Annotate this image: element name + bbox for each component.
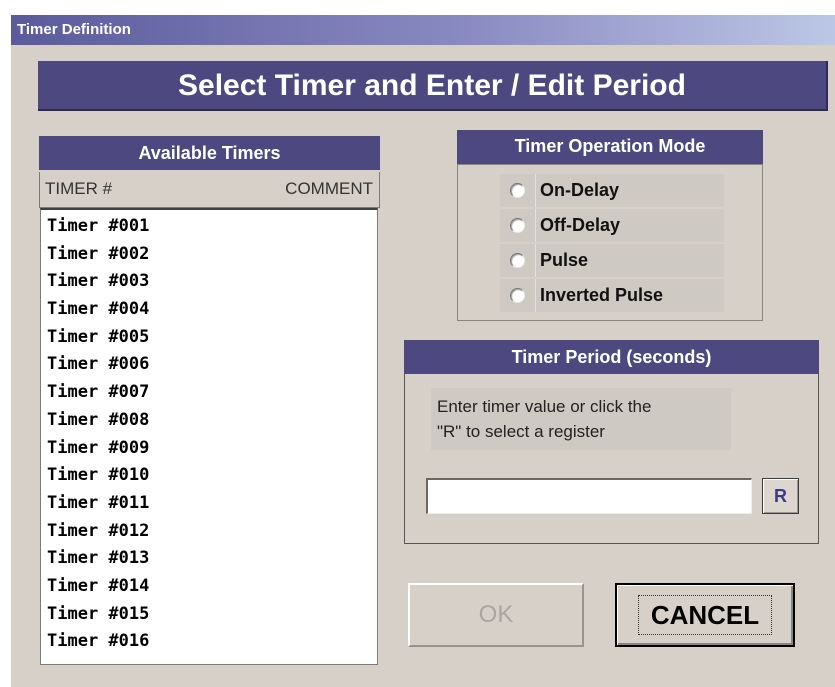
inverted-pulse-radio[interactable] (510, 288, 525, 303)
timer-list-item[interactable]: Timer #009 (41, 435, 377, 463)
radio-cell (500, 174, 536, 207)
timer-list-item[interactable]: Timer #006 (41, 351, 377, 379)
on-delay-radio[interactable] (510, 183, 525, 198)
timer-list-item[interactable]: Timer #004 (41, 296, 377, 324)
available-timers-header: Available Timers (39, 136, 380, 170)
timer-list-item[interactable]: Timer #010 (41, 462, 377, 490)
timer-list-item[interactable]: Timer #011 (41, 490, 377, 518)
mode-option-on-delay[interactable]: On-Delay (500, 174, 724, 207)
select-register-button[interactable]: R (762, 478, 799, 514)
available-timers-panel: Available Timers TIMER # COMMENT Timer #… (39, 136, 380, 666)
timer-operation-mode-header: Timer Operation Mode (457, 130, 763, 164)
timer-period-hint: Enter timer value or click the "R" to se… (431, 388, 731, 450)
hint-line-2: "R" to select a register (437, 422, 605, 441)
on-delay-label[interactable]: On-Delay (536, 174, 724, 207)
timer-list-item[interactable]: Timer #013 (41, 545, 377, 573)
timer-period-panel: Timer Period (seconds) Enter timer value… (404, 340, 819, 544)
timer-list-item[interactable]: Timer #012 (41, 518, 377, 546)
timer-list-item[interactable]: Timer #014 (41, 573, 377, 601)
timer-period-input[interactable] (426, 478, 752, 514)
timer-list-item[interactable]: Timer #008 (41, 407, 377, 435)
timer-list-item[interactable]: Timer #005 (41, 324, 377, 352)
mode-option-off-delay[interactable]: Off-Delay (500, 209, 724, 242)
pulse-radio[interactable] (510, 253, 525, 268)
timer-list-item[interactable]: Timer #003 (41, 268, 377, 296)
timer-list-column-headers: TIMER # COMMENT (39, 172, 380, 208)
hint-line-1: Enter timer value or click the (437, 397, 652, 416)
timer-list-item[interactable]: Timer #001 (41, 213, 377, 241)
timer-operation-mode-options: On-Delay Off-Delay Pulse Inverted Pulse (457, 164, 763, 321)
column-header-comment[interactable]: COMMENT (285, 179, 373, 199)
page-title: Select Timer and Enter / Edit Period (38, 61, 828, 111)
pulse-label[interactable]: Pulse (536, 244, 724, 277)
column-header-timer-number[interactable]: TIMER # (45, 179, 112, 199)
radio-cell (500, 244, 536, 277)
radio-cell (500, 209, 536, 242)
timer-list[interactable]: Timer #001 Timer #002 Timer #003 Timer #… (40, 208, 378, 665)
radio-cell (500, 279, 536, 312)
window-title: Timer Definition (11, 15, 835, 45)
timer-period-box: Enter timer value or click the "R" to se… (404, 374, 819, 544)
off-delay-radio[interactable] (510, 218, 525, 233)
timer-list-item[interactable]: Timer #016 (41, 628, 377, 656)
timer-operation-mode-panel: Timer Operation Mode On-Delay Off-Delay … (457, 130, 763, 321)
inverted-pulse-label[interactable]: Inverted Pulse (536, 279, 724, 312)
cancel-button[interactable]: CANCEL (615, 583, 795, 647)
mode-option-inverted-pulse[interactable]: Inverted Pulse (500, 279, 724, 312)
ok-button[interactable]: OK (408, 583, 584, 647)
mode-option-pulse[interactable]: Pulse (500, 244, 724, 277)
timer-period-header: Timer Period (seconds) (404, 340, 819, 374)
off-delay-label[interactable]: Off-Delay (536, 209, 724, 242)
timer-list-item[interactable]: Timer #002 (41, 241, 377, 269)
cancel-button-label: CANCEL (637, 595, 773, 635)
timer-list-item[interactable]: Timer #007 (41, 379, 377, 407)
timer-list-item[interactable]: Timer #015 (41, 601, 377, 629)
